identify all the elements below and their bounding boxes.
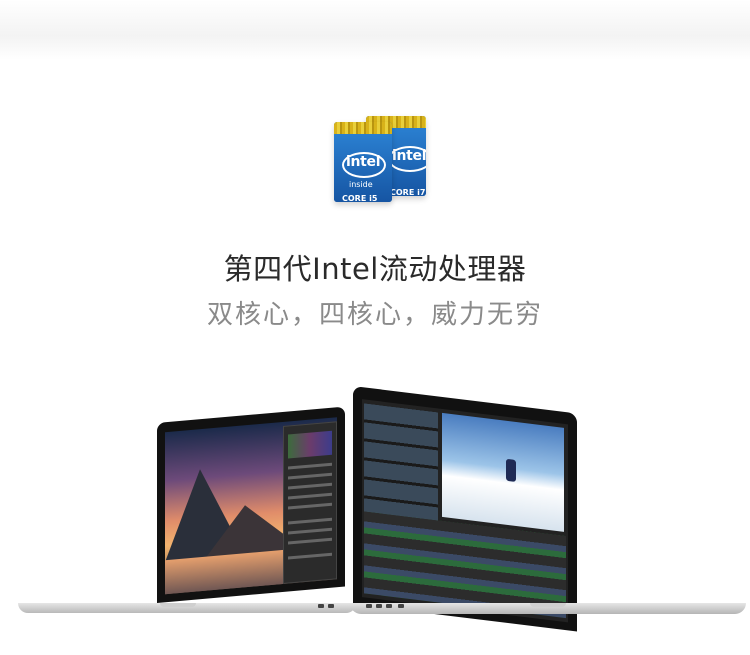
panel-row (288, 492, 332, 500)
core-line: CORE i7 (390, 188, 426, 196)
left-laptop-screen (157, 406, 345, 603)
intel-wordmark: intel (346, 154, 381, 170)
video-editor (362, 399, 568, 623)
port-icon (366, 604, 372, 608)
panel-row (288, 502, 332, 510)
headline: 第四代Intel流动处理器 (223, 252, 527, 286)
intel-core-i5-badge: intel inside CORE i5 (334, 122, 392, 202)
panel-row (288, 517, 332, 525)
panel-row (288, 462, 332, 470)
core-line: CORE i5 (342, 194, 378, 202)
panel-row (288, 552, 332, 560)
histogram (288, 430, 332, 459)
panel-row (288, 472, 332, 480)
port-icon (318, 604, 324, 608)
port-icon (398, 604, 404, 608)
panel-row (288, 482, 332, 490)
clip-browser (364, 403, 438, 523)
subline: 双核心，四核心，威力无穷 (206, 300, 543, 330)
port-icon (328, 604, 334, 608)
panel-row (288, 537, 332, 545)
left-laptop-notch (160, 603, 196, 607)
skier-figure (506, 458, 516, 483)
port-icon (386, 604, 392, 608)
badge-stripe (334, 122, 392, 134)
landscape-photo (165, 417, 337, 595)
right-laptop-notch (530, 603, 566, 607)
badge-body: intel inside CORE i5 (334, 134, 392, 202)
right-laptop-screen (353, 386, 577, 632)
intel-wordmark: intel (392, 148, 426, 164)
inside-tag: inside (349, 180, 373, 189)
panel-row (288, 527, 332, 535)
port-icon (376, 604, 382, 608)
editing-panel (283, 421, 337, 584)
top-shadow-band (0, 0, 750, 60)
video-viewer (442, 412, 564, 532)
